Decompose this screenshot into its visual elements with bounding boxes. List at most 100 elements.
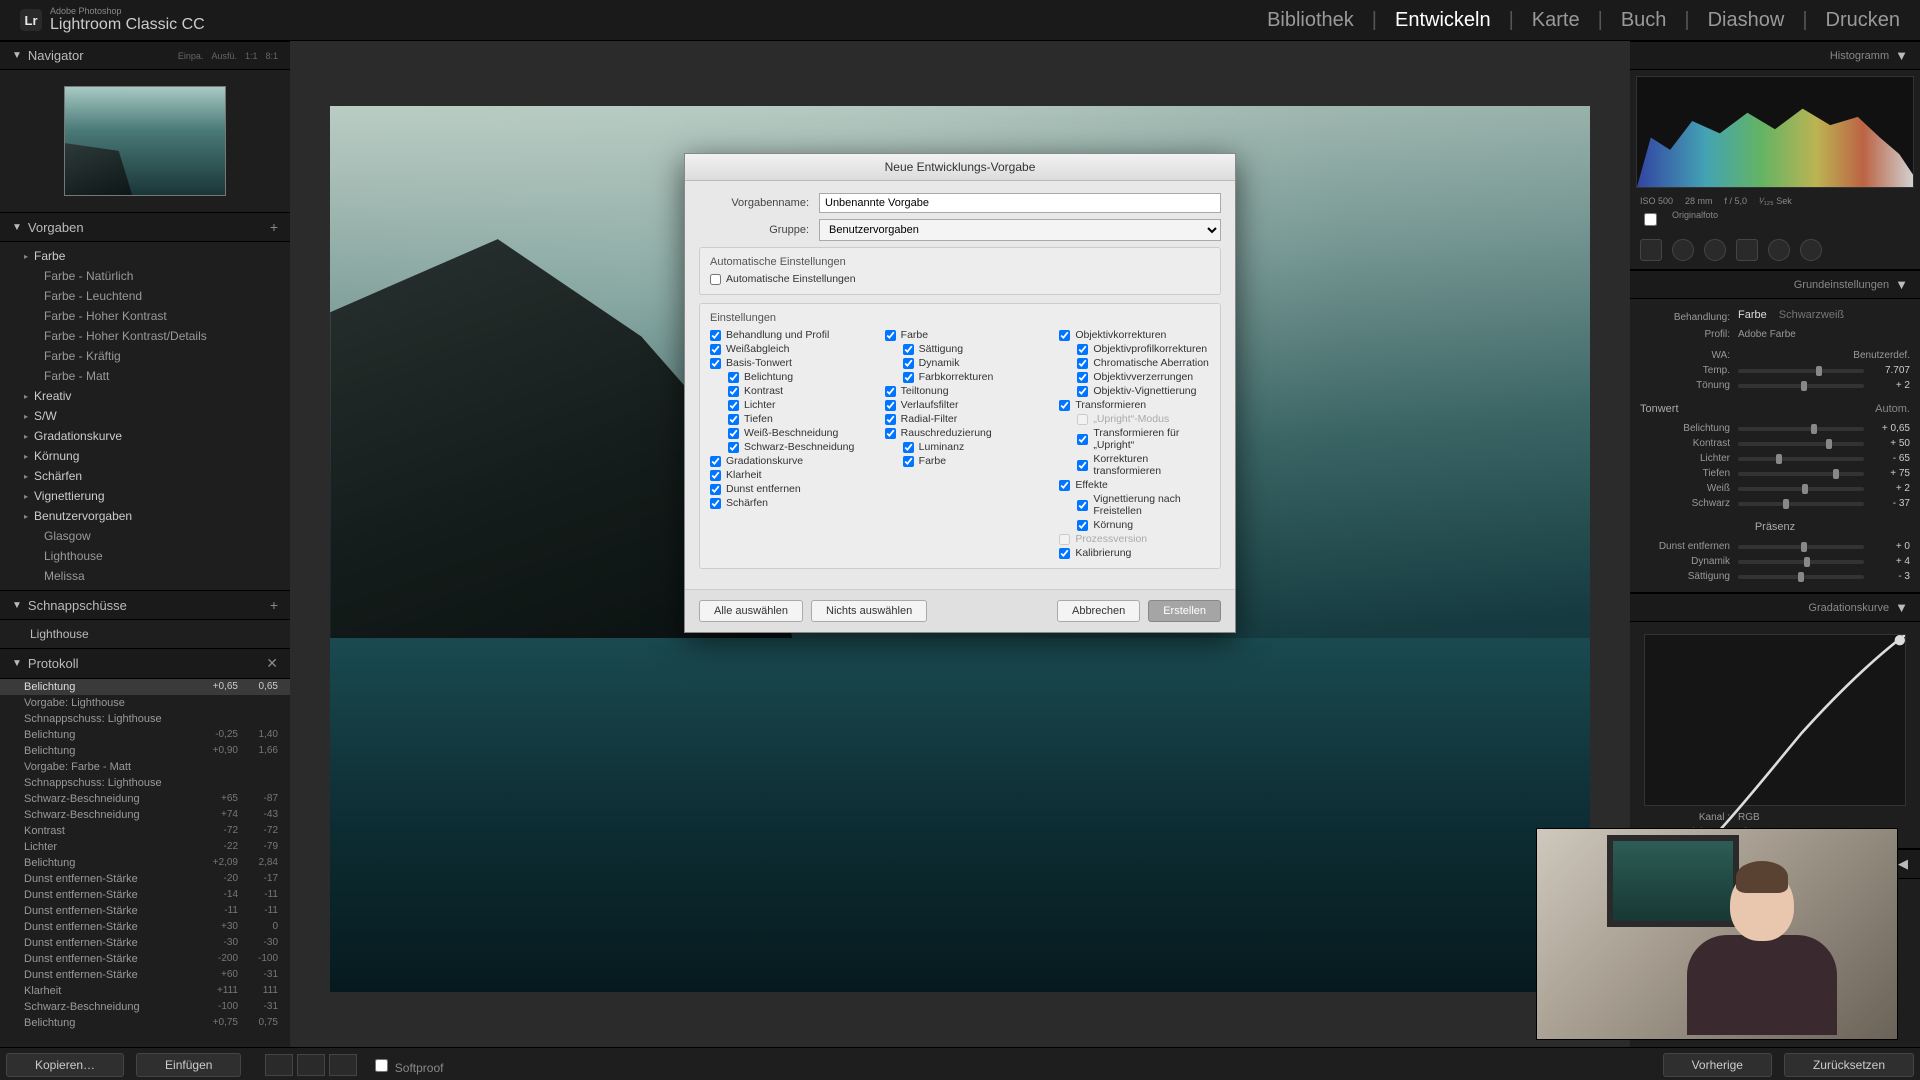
preset-option-checkbox[interactable] bbox=[728, 414, 739, 425]
preset-option[interactable]: Behandlung und Profil bbox=[710, 328, 861, 342]
preset-option-checkbox[interactable] bbox=[1077, 434, 1088, 445]
preset-option-checkbox[interactable] bbox=[728, 442, 739, 453]
preset-item[interactable]: Lighthouse bbox=[0, 546, 290, 566]
paste-button[interactable]: Einfügen bbox=[136, 1053, 241, 1077]
preset-option[interactable]: Basis-Tonwert bbox=[710, 356, 861, 370]
preset-option[interactable]: Vignettierung nach Freistellen bbox=[1059, 492, 1210, 518]
preset-option[interactable]: Farbe bbox=[885, 328, 1036, 342]
preset-option[interactable]: Verlaufsfilter bbox=[885, 398, 1036, 412]
copy-button[interactable]: Kopieren… bbox=[6, 1053, 124, 1077]
navigator-header[interactable]: ▼Navigator Einpa.Ausfü.1:18:1 bbox=[0, 41, 290, 70]
preset-item[interactable]: Farbe - Matt bbox=[0, 366, 290, 386]
snapshots-header[interactable]: ▼Schnappschüsse+ bbox=[0, 590, 290, 620]
preset-option-checkbox[interactable] bbox=[710, 484, 721, 495]
history-row[interactable]: Schwarz-Beschneidung+74-43 bbox=[0, 807, 290, 823]
preset-option-checkbox[interactable] bbox=[1059, 548, 1070, 559]
preset-option[interactable]: Sättigung bbox=[885, 342, 1036, 356]
module-bibliothek[interactable]: Bibliothek bbox=[1267, 9, 1354, 32]
history-row[interactable]: Klarheit+111111 bbox=[0, 983, 290, 999]
preset-option-checkbox[interactable] bbox=[885, 330, 896, 341]
slider-Dunst entfernen[interactable] bbox=[1738, 545, 1864, 549]
slider-Weiß[interactable] bbox=[1738, 487, 1864, 491]
preset-option-checkbox[interactable] bbox=[1077, 372, 1088, 383]
module-diashow[interactable]: Diashow bbox=[1708, 9, 1785, 32]
preset-option-checkbox[interactable] bbox=[710, 358, 721, 369]
crop-tool-icon[interactable] bbox=[1640, 239, 1662, 261]
history-row[interactable]: Vorgabe: Farbe - Matt bbox=[0, 759, 290, 775]
history-row[interactable]: Schnappschuss: Lighthouse bbox=[0, 775, 290, 791]
preset-group[interactable]: ▸Farbe bbox=[0, 246, 290, 266]
preset-item[interactable]: Farbe - Hoher Kontrast bbox=[0, 306, 290, 326]
slider-Belichtung[interactable] bbox=[1738, 427, 1864, 431]
compare-view-icon[interactable] bbox=[329, 1054, 357, 1076]
preset-group[interactable]: ▸Körnung bbox=[0, 446, 290, 466]
previous-button[interactable]: Vorherige bbox=[1663, 1053, 1772, 1077]
preset-option-checkbox[interactable] bbox=[1059, 480, 1070, 491]
history-row[interactable]: Belichtung-0,251,40 bbox=[0, 727, 290, 743]
preset-group[interactable]: ▸Kreativ bbox=[0, 386, 290, 406]
preset-option-checkbox[interactable] bbox=[885, 414, 896, 425]
preset-option[interactable]: Radial-Filter bbox=[885, 412, 1036, 426]
preset-option[interactable]: Klarheit bbox=[710, 468, 861, 482]
nav-mode[interactable]: Einpa. bbox=[178, 51, 204, 61]
brush-tool-icon[interactable] bbox=[1800, 239, 1822, 261]
nav-mode[interactable]: 1:1 bbox=[245, 51, 258, 61]
preset-option-checkbox[interactable] bbox=[903, 442, 914, 453]
cancel-button[interactable]: Abbrechen bbox=[1057, 600, 1140, 622]
auto-tone-button[interactable]: Autom. bbox=[1875, 403, 1910, 415]
preset-option[interactable]: Belichtung bbox=[710, 370, 861, 384]
preset-option-checkbox[interactable] bbox=[1077, 344, 1088, 355]
loupe-view-icon[interactable] bbox=[265, 1054, 293, 1076]
preset-option-checkbox[interactable] bbox=[885, 428, 896, 439]
module-entwickeln[interactable]: Entwickeln bbox=[1395, 9, 1491, 32]
history-row[interactable]: Dunst entfernen-Stärke+60-31 bbox=[0, 967, 290, 983]
preset-item[interactable]: Farbe - Hoher Kontrast/Details bbox=[0, 326, 290, 346]
preset-option-checkbox[interactable] bbox=[1059, 330, 1070, 341]
slider-Sättigung[interactable] bbox=[1738, 575, 1864, 579]
history-row[interactable]: Belichtung+0,901,66 bbox=[0, 743, 290, 759]
module-buch[interactable]: Buch bbox=[1621, 9, 1667, 32]
preset-option[interactable]: Rauschreduzierung bbox=[885, 426, 1036, 440]
preset-option[interactable]: Schärfen bbox=[710, 496, 861, 510]
history-row[interactable]: Lichter-22-79 bbox=[0, 839, 290, 855]
slider-Tönung[interactable] bbox=[1738, 384, 1864, 388]
slider-Dynamik[interactable] bbox=[1738, 560, 1864, 564]
preset-option[interactable]: Teiltonung bbox=[885, 384, 1036, 398]
curve-header[interactable]: Gradationskurve▼ bbox=[1630, 593, 1920, 622]
history-row[interactable]: Belichtung+0,750,75 bbox=[0, 1015, 290, 1031]
preset-option[interactable]: Chromatische Aberration bbox=[1059, 356, 1210, 370]
preset-option-checkbox[interactable] bbox=[728, 372, 739, 383]
preset-option[interactable]: Lichter bbox=[710, 398, 861, 412]
spot-tool-icon[interactable] bbox=[1672, 239, 1694, 261]
redeye-tool-icon[interactable] bbox=[1704, 239, 1726, 261]
preset-option[interactable]: Gradationskurve bbox=[710, 454, 861, 468]
history-row[interactable]: Kontrast-72-72 bbox=[0, 823, 290, 839]
preset-option-checkbox[interactable] bbox=[710, 344, 721, 355]
preset-item[interactable]: Glasgow bbox=[0, 526, 290, 546]
before-after-icon[interactable] bbox=[297, 1054, 325, 1076]
preset-option[interactable]: Körnung bbox=[1059, 518, 1210, 532]
preset-group[interactable]: ▸Vignettierung bbox=[0, 486, 290, 506]
preset-option-checkbox[interactable] bbox=[903, 358, 914, 369]
preset-option-checkbox[interactable] bbox=[710, 456, 721, 467]
preset-group[interactable]: ▸S/W bbox=[0, 406, 290, 426]
preset-option[interactable]: Weißabgleich bbox=[710, 342, 861, 356]
preset-option[interactable]: Farbkorrekturen bbox=[885, 370, 1036, 384]
profile-select[interactable]: Adobe Farbe bbox=[1738, 329, 1796, 340]
reset-button[interactable]: Zurücksetzen bbox=[1784, 1053, 1914, 1077]
preset-option[interactable]: Transformieren für „Upright“ bbox=[1059, 426, 1210, 452]
slider-Tiefen[interactable] bbox=[1738, 472, 1864, 476]
clear-history-icon[interactable]: ✕ bbox=[266, 655, 278, 672]
preset-option-checkbox[interactable] bbox=[728, 428, 739, 439]
history-row[interactable]: Schnappschuss: Lighthouse bbox=[0, 711, 290, 727]
preset-option-checkbox[interactable] bbox=[1077, 358, 1088, 369]
preset-option[interactable]: Schwarz-Beschneidung bbox=[710, 440, 861, 454]
preset-option-checkbox[interactable] bbox=[885, 400, 896, 411]
preset-option-checkbox[interactable] bbox=[728, 386, 739, 397]
slider-Lichter[interactable] bbox=[1738, 457, 1864, 461]
check-none-button[interactable]: Nichts auswählen bbox=[811, 600, 927, 622]
presets-header[interactable]: ▼Vorgaben+ bbox=[0, 212, 290, 242]
preset-group[interactable]: ▸Gradationskurve bbox=[0, 426, 290, 446]
slider-Temp.[interactable] bbox=[1738, 369, 1864, 373]
basic-header[interactable]: Grundeinstellungen▼ bbox=[1630, 270, 1920, 299]
